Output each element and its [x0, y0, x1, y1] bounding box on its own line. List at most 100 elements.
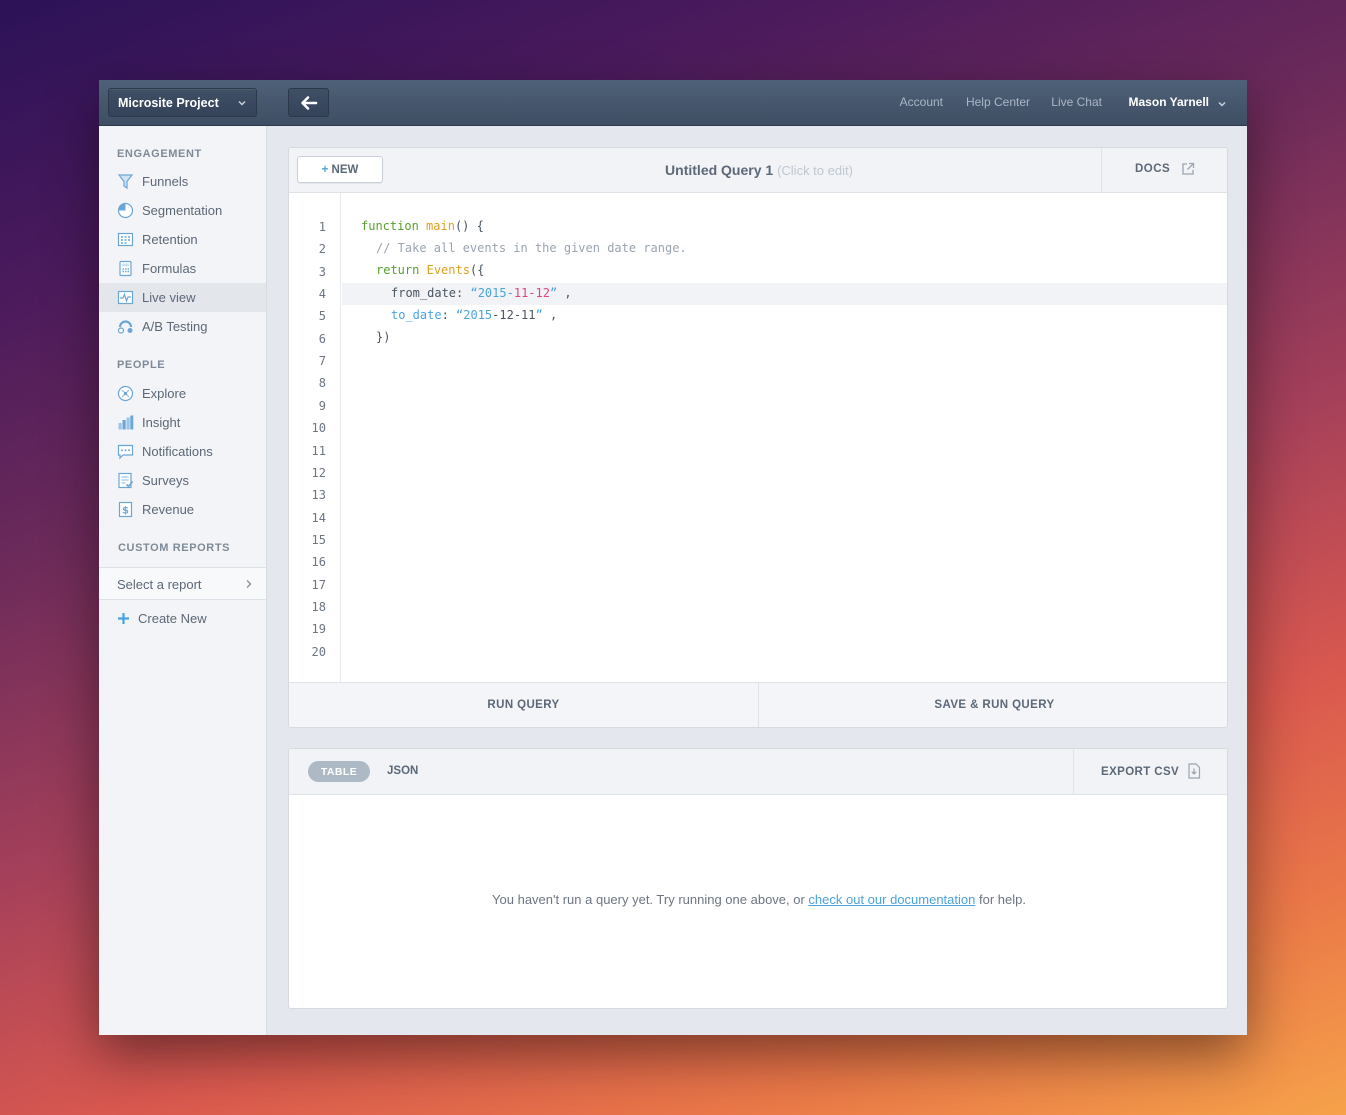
nav-account-link[interactable]: Account [900, 95, 943, 109]
arrow-left-icon [301, 96, 318, 110]
sidebar-item-revenue[interactable]: $ Revenue [99, 495, 266, 524]
sidebar-item-label: Funnels [142, 174, 189, 189]
sidebar-item-live-view[interactable]: Live view [99, 283, 266, 312]
back-button[interactable] [288, 88, 329, 117]
sidebar-item-label: Retention [142, 232, 198, 247]
line-number: 8 [318, 376, 326, 391]
chevron-right-icon [246, 580, 252, 588]
sidebar-item-label: Formulas [142, 261, 197, 276]
app-window: Microsite Project Account Help Center Li… [99, 80, 1247, 1035]
code-line: // Take all events in the given date ran… [376, 241, 687, 255]
dollar-icon: $ [118, 501, 133, 518]
chevron-down-icon[interactable] [1217, 99, 1227, 109]
code-line: function main() { [361, 219, 484, 233]
line-number: 7 [318, 354, 326, 369]
empty-results-message: You haven't run a query yet. Try running… [492, 892, 1026, 907]
file-download-icon [1188, 763, 1201, 779]
sidebar-item-formulas[interactable]: Formulas [99, 254, 266, 283]
tab-json[interactable]: JSON [387, 765, 418, 777]
project-selector[interactable]: Microsite Project [108, 88, 257, 117]
sidebar-item-ab-testing[interactable]: A/B Testing [99, 312, 266, 341]
line-number: 1 [318, 220, 326, 234]
bar-chart-icon [118, 415, 134, 430]
plus-icon [118, 613, 129, 624]
nav-live-chat-link[interactable]: Live Chat [1051, 95, 1102, 109]
query-title-hint: (Click to edit) [777, 163, 853, 178]
query-title[interactable]: Untitled Query 1 (Click to edit) [289, 162, 1227, 178]
sidebar-item-notifications[interactable]: Notifications [99, 437, 266, 466]
run-query-label: RUN QUERY [487, 699, 560, 711]
sidebar-item-insight[interactable]: Insight [99, 408, 266, 437]
nav-help-center-link[interactable]: Help Center [966, 95, 1030, 109]
results-panel: TABLE JSON EXPORT CSV You haven't run a … [288, 748, 1228, 1009]
custom-reports-heading: CUSTOM REPORTS [118, 542, 231, 554]
sidebar-item-funnels[interactable]: Funnels [99, 167, 266, 196]
line-number: 4 [318, 287, 326, 302]
results-header: TABLE JSON EXPORT CSV [289, 749, 1227, 795]
sidebar-item-retention[interactable]: Retention [99, 225, 266, 254]
sidebar: ENGAGEMENT Funnels Segmentation Retentio… [99, 126, 267, 1035]
create-new-label: Create New [138, 611, 207, 626]
sidebar-item-label: Revenue [142, 502, 195, 517]
line-number: 9 [318, 398, 326, 413]
line-number: 6 [318, 331, 326, 346]
calendar-grid-icon [117, 232, 134, 247]
tab-table[interactable]: TABLE [308, 761, 370, 782]
docs-link[interactable]: DOCS [1101, 148, 1227, 193]
code-line: return Events({ [376, 263, 485, 277]
editor-header: + NEW Untitled Query 1 (Click to edit) D… [289, 148, 1227, 193]
external-link-icon [1182, 162, 1195, 175]
top-bar: Microsite Project Account Help Center Li… [99, 80, 1247, 126]
export-csv-label: EXPORT CSV [1101, 766, 1180, 778]
chat-bubble-icon [117, 444, 134, 460]
ab-test-icon [117, 320, 133, 334]
code-line: to_date: “2015-12-11” , [391, 308, 558, 322]
code-line: from_date: “2015-11-12” , [391, 286, 572, 300]
query-editor-panel: + NEW Untitled Query 1 (Click to edit) D… [288, 147, 1228, 728]
checklist-icon [118, 472, 134, 489]
line-number-gutter: 1 2 3 4 5 6 7 8 9 10 11 12 13 14 15 16 17 18 19 20 [289, 193, 341, 682]
pie-chart-icon [117, 202, 134, 219]
report-selector-label: Select a report [117, 577, 202, 592]
people-heading: PEOPLE [117, 359, 166, 371]
sidebar-item-label: Notifications [142, 444, 213, 459]
line-number: 2 [318, 242, 326, 257]
sidebar-item-label: Surveys [142, 473, 189, 488]
chevron-down-icon [238, 100, 246, 106]
engagement-heading: ENGAGEMENT [117, 148, 202, 160]
code-editor[interactable]: function main() { // Take all events in … [342, 193, 1227, 682]
line-number: 15 [311, 532, 326, 547]
report-selector[interactable]: Select a report [99, 567, 266, 600]
sidebar-item-label: Segmentation [142, 203, 223, 218]
documentation-link[interactable]: check out our documentation [808, 892, 975, 907]
line-number: 10 [311, 421, 326, 436]
sidebar-item-label: Explore [142, 386, 187, 401]
save-and-run-query-button[interactable]: SAVE & RUN QUERY [760, 683, 1227, 727]
svg-text:$: $ [122, 506, 129, 517]
line-number: 13 [311, 488, 326, 503]
export-csv-button[interactable]: EXPORT CSV [1073, 749, 1227, 795]
line-number: 5 [318, 309, 326, 324]
user-menu[interactable]: Mason Yarnell [1129, 95, 1209, 109]
sidebar-item-explore[interactable]: Explore [99, 379, 266, 408]
line-number: 20 [311, 644, 326, 659]
line-number: 18 [311, 599, 326, 614]
code-line: }) [376, 330, 391, 344]
line-number: 16 [311, 555, 326, 570]
save-run-label: SAVE & RUN QUERY [934, 699, 1055, 711]
line-number: 19 [311, 622, 326, 637]
docs-label: DOCS [1135, 163, 1171, 175]
query-title-text: Untitled Query 1 [665, 162, 774, 178]
line-number: 11 [311, 443, 326, 458]
line-number: 14 [311, 510, 326, 525]
sidebar-item-label: A/B Testing [142, 319, 208, 334]
sidebar-item-segmentation[interactable]: Segmentation [99, 196, 266, 225]
project-name: Microsite Project [118, 96, 219, 110]
pulse-icon [117, 290, 134, 305]
calculator-icon [119, 260, 132, 277]
sidebar-item-label: Live view [142, 290, 196, 305]
line-number: 17 [311, 577, 326, 592]
run-query-button[interactable]: RUN QUERY [289, 683, 759, 727]
sidebar-item-surveys[interactable]: Surveys [99, 466, 266, 495]
line-number: 12 [311, 465, 326, 480]
